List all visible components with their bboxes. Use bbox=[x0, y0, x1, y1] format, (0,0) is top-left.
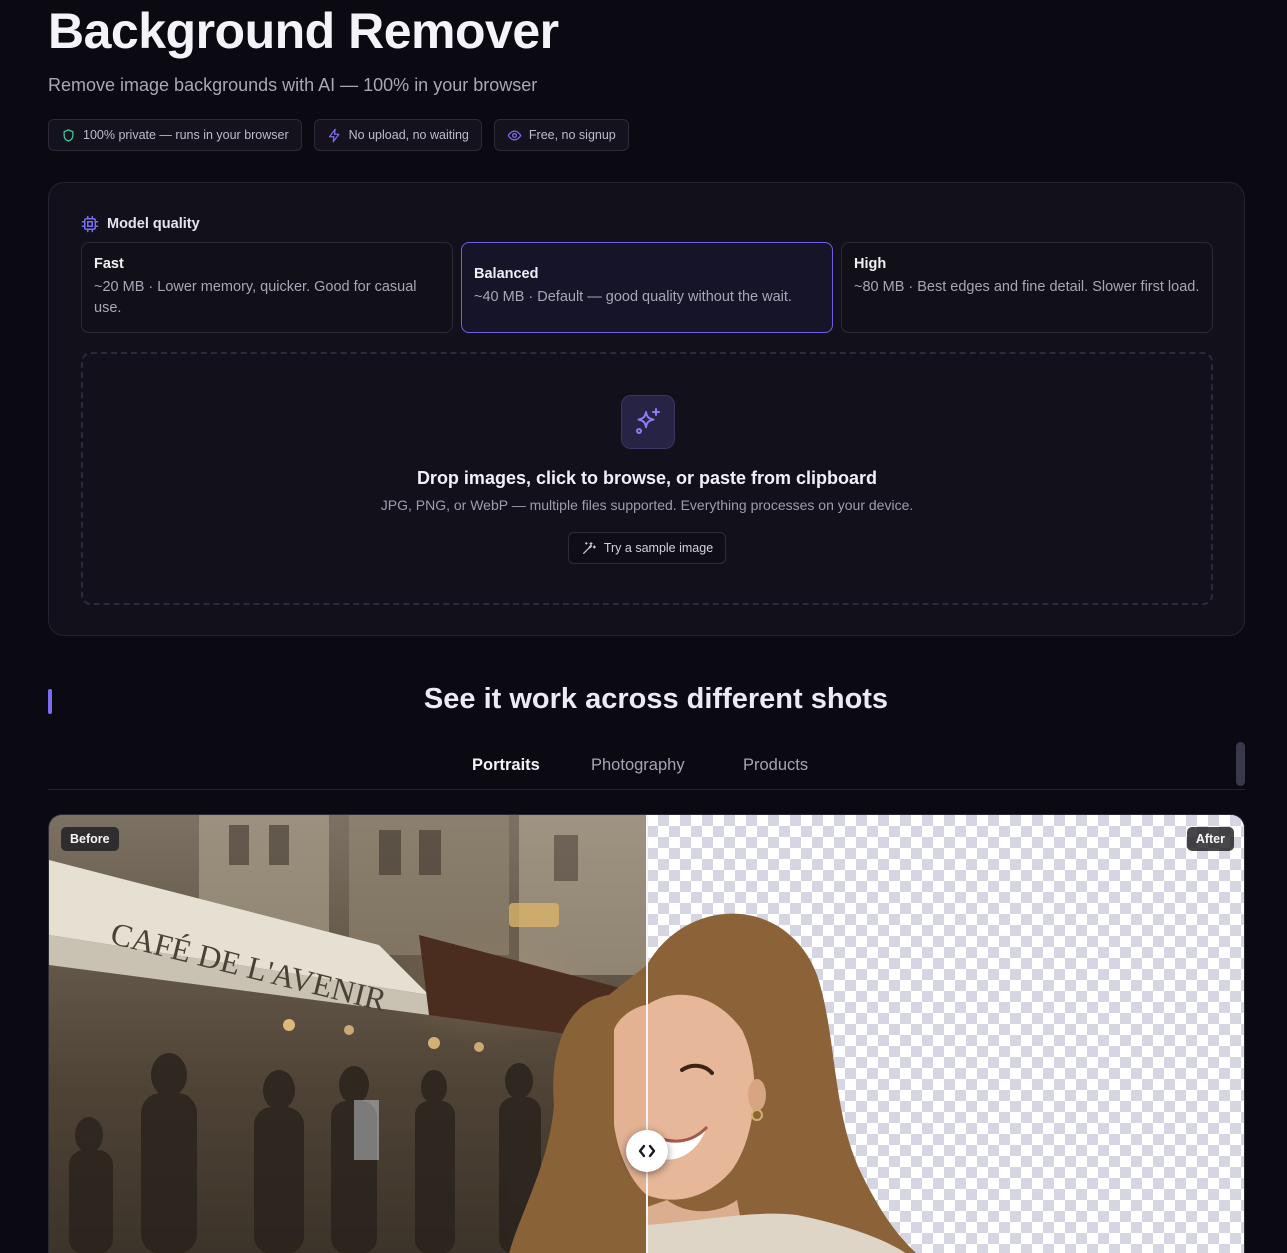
upload-card: Model quality Fast ~20 MB · Lower memory… bbox=[48, 182, 1245, 636]
eye-icon bbox=[507, 130, 522, 140]
pill-label: No upload, no waiting bbox=[348, 128, 469, 142]
shield-icon bbox=[63, 128, 74, 142]
option-name: Fast bbox=[94, 256, 124, 272]
dropzone-subtitle: JPG, PNG, or WebP — multiple files suppo… bbox=[380, 497, 914, 513]
try-sample-label: Try a sample image bbox=[603, 541, 714, 555]
page-title: Background Remover bbox=[48, 3, 559, 59]
model-options: Fast ~20 MB · Lower memory, quicker. Goo… bbox=[81, 242, 1213, 333]
option-description: ~20 MB · Lower memory, quicker. Good for… bbox=[94, 279, 417, 316]
lightning-icon bbox=[328, 128, 340, 142]
option-name: High bbox=[854, 256, 887, 272]
pill-label: Free, no signup bbox=[528, 128, 616, 142]
cutout-portrait-illustration bbox=[647, 913, 916, 1253]
model-option-balanced[interactable]: Balanced ~40 MB · Default — good quality… bbox=[461, 242, 833, 333]
feature-pills: 100% private — runs in your browser No u… bbox=[48, 119, 629, 151]
dropzone-title: Drop images, click to browse, or paste f… bbox=[416, 468, 878, 488]
after-tag: After bbox=[1186, 827, 1234, 851]
tab-photography[interactable]: Photography bbox=[591, 756, 685, 775]
image-dropzone[interactable]: Drop images, click to browse, or paste f… bbox=[81, 352, 1213, 605]
pill-no-upload: No upload, no waiting bbox=[313, 119, 482, 151]
dropzone-icon-box bbox=[621, 395, 675, 449]
before-tag: Before bbox=[61, 827, 119, 851]
page: Background Remover Remove image backgrou… bbox=[0, 0, 1287, 1253]
model-option-fast[interactable]: Fast ~20 MB · Lower memory, quicker. Goo… bbox=[81, 242, 453, 333]
chip-icon bbox=[81, 215, 99, 233]
comparison-slider-handle[interactable] bbox=[626, 1130, 668, 1172]
sample-tabs: Portraits Photography Products bbox=[48, 744, 1245, 790]
page-subtitle: Remove image backgrounds with AI — 100% … bbox=[48, 75, 538, 95]
scrollbar-thumb[interactable] bbox=[1236, 742, 1245, 786]
pill-free: Free, no signup bbox=[493, 119, 629, 151]
tab-products[interactable]: Products bbox=[743, 756, 808, 775]
option-description: ~40 MB · Default — good quality without … bbox=[474, 289, 792, 305]
tab-portraits[interactable]: Portraits bbox=[472, 756, 540, 775]
magic-wand-icon bbox=[582, 542, 596, 554]
section-title: See it work across different shots bbox=[423, 683, 889, 715]
after-image: After bbox=[647, 815, 1244, 1253]
try-sample-button[interactable]: Try a sample image bbox=[568, 532, 726, 564]
before-after-comparison[interactable]: CAFÉ DE L'AVENIR Before After bbox=[48, 814, 1245, 1253]
option-description: ~80 MB · Best edges and fine detail. Slo… bbox=[854, 279, 1200, 295]
model-quality-label: Model quality bbox=[107, 216, 200, 232]
model-quality-header: Model quality bbox=[81, 215, 200, 233]
pill-private: 100% private — runs in your browser bbox=[48, 119, 302, 151]
before-image: CAFÉ DE L'AVENIR Before bbox=[49, 815, 647, 1253]
street-scene-illustration: CAFÉ DE L'AVENIR bbox=[49, 815, 647, 1253]
sparkles-icon bbox=[636, 408, 660, 434]
comparison-divider[interactable] bbox=[646, 815, 648, 1253]
model-option-high[interactable]: High ~80 MB · Best edges and fine detail… bbox=[841, 242, 1213, 333]
pill-label: 100% private — runs in your browser bbox=[83, 128, 289, 142]
option-name: Balanced bbox=[474, 266, 539, 282]
chevron-left-right-icon bbox=[638, 1144, 656, 1158]
